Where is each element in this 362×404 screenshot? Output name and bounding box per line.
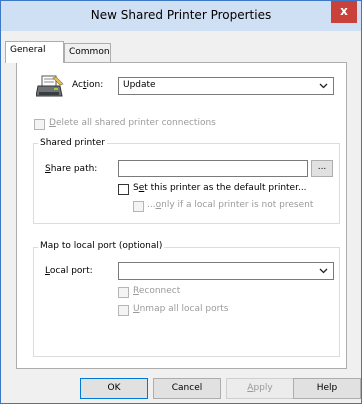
general-tab-panel: Action: Update Delete all shared printer… bbox=[16, 62, 347, 369]
delete-all-label: Delete all shared printer connections bbox=[49, 118, 216, 128]
chevron-down-icon bbox=[319, 83, 328, 89]
dialog-window: New Shared Printer Properties x General … bbox=[0, 0, 362, 404]
local-port-dropdown[interactable] bbox=[118, 262, 334, 280]
browse-button[interactable]: ... bbox=[311, 160, 333, 177]
only-if-label: ...only if a local printer is not presen… bbox=[147, 200, 314, 210]
title-bar[interactable]: New Shared Printer Properties x bbox=[1, 1, 361, 31]
only-if-checkbox[interactable] bbox=[133, 201, 144, 212]
tab-general[interactable]: General bbox=[5, 41, 64, 63]
reconnect-checkbox[interactable] bbox=[118, 287, 129, 298]
action-dropdown[interactable]: Update bbox=[118, 77, 334, 95]
shared-printer-legend: Shared printer bbox=[38, 138, 107, 148]
window-title: New Shared Printer Properties bbox=[90, 8, 272, 22]
ok-button[interactable]: OK bbox=[80, 378, 148, 399]
action-value: Update bbox=[123, 80, 156, 90]
printer-icon bbox=[36, 75, 64, 97]
set-default-checkbox[interactable] bbox=[118, 184, 129, 195]
cancel-button[interactable]: Cancel bbox=[153, 378, 221, 399]
tab-common[interactable]: Common bbox=[64, 43, 111, 62]
help-button[interactable]: Help bbox=[293, 378, 361, 399]
reconnect-label: Reconnect bbox=[133, 286, 181, 296]
apply-button[interactable]: Apply bbox=[226, 378, 294, 399]
local-port-label: Local port: bbox=[45, 266, 93, 276]
set-default-label: Set this printer as the default printer.… bbox=[133, 183, 307, 193]
unmap-label: Unmap all local ports bbox=[133, 304, 229, 314]
chevron-down-icon bbox=[319, 268, 328, 274]
map-local-port-legend: Map to local port (optional) bbox=[38, 241, 165, 251]
close-button[interactable]: x bbox=[331, 1, 357, 23]
share-path-label: Share path: bbox=[45, 164, 98, 174]
action-label: Action: bbox=[72, 80, 104, 90]
delete-all-checkbox[interactable] bbox=[34, 119, 45, 130]
unmap-checkbox[interactable] bbox=[118, 305, 129, 316]
share-path-input[interactable] bbox=[118, 160, 308, 177]
